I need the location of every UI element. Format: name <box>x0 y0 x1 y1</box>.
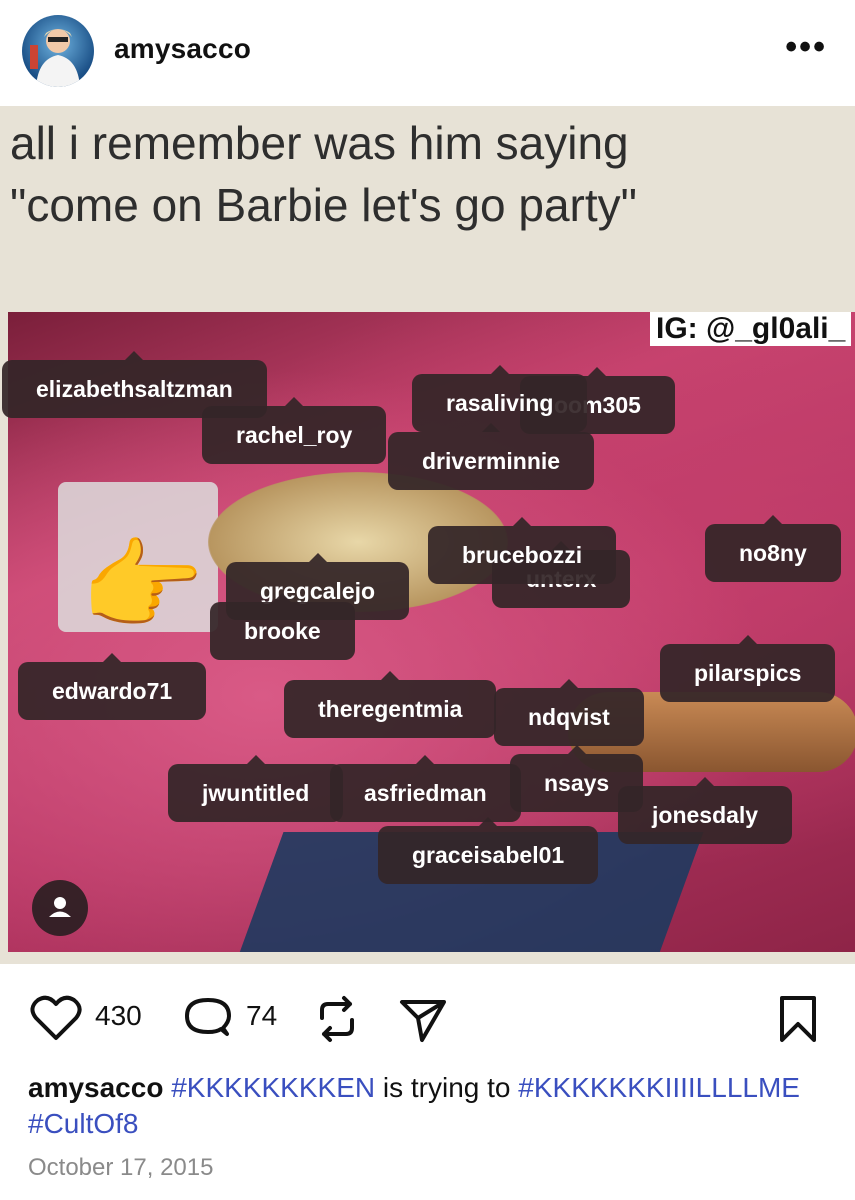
comment-button[interactable] <box>183 994 233 1049</box>
watermark: IG: @_gl0ali_ <box>650 312 852 346</box>
user-tag[interactable]: brooke <box>210 593 355 660</box>
bookmark-icon <box>780 996 816 1042</box>
like-count[interactable]: 430 <box>95 1000 142 1032</box>
image-text-line-2: "come on Barbie let's go party" <box>10 179 637 231</box>
comment-icon <box>185 998 231 1036</box>
user-tag[interactable]: asfriedman <box>330 755 521 822</box>
action-bar: 430 74 <box>0 984 855 1054</box>
user-tag[interactable]: jonesdaly <box>618 777 793 844</box>
user-tag[interactable]: brucebozzi <box>428 517 617 584</box>
user-tag[interactable]: rachel_roy <box>202 397 387 464</box>
caption-username[interactable]: amysacco <box>28 1072 163 1103</box>
post-image[interactable]: all i remember was him saying "come on B… <box>0 106 855 964</box>
hashtag-link[interactable]: #KKKKKKKIIIILLLLME <box>518 1072 800 1103</box>
post-header: amysacco ••• <box>0 0 855 104</box>
user-tag[interactable]: pilarspics <box>660 635 836 702</box>
user-tag[interactable]: theregentmia <box>284 671 497 738</box>
hashtag-link[interactable]: #CultOf8 <box>28 1108 139 1139</box>
repost-button[interactable] <box>314 994 360 1049</box>
post-date: October 17, 2015 <box>28 1154 214 1181</box>
user-tag[interactable]: driverminnie <box>388 423 595 490</box>
save-button[interactable] <box>776 994 820 1049</box>
user-tag[interactable]: jwuntitled <box>168 755 344 822</box>
heart-icon <box>30 995 82 1040</box>
more-options-icon[interactable]: ••• <box>785 30 827 64</box>
user-tag[interactable]: graceisabel01 <box>378 817 599 884</box>
caption-text: is trying to <box>375 1072 519 1103</box>
image-text: all i remember was him saying "come on B… <box>10 112 850 236</box>
tagged-users-button[interactable] <box>32 880 88 936</box>
like-button[interactable] <box>30 994 82 1047</box>
share-button[interactable] <box>398 994 448 1049</box>
pointing-hand-icon: 👉 <box>80 530 205 642</box>
user-tag[interactable]: no8ny <box>705 515 841 582</box>
header-username[interactable]: amysacco <box>114 33 251 65</box>
image-text-line-1: all i remember was him saying <box>10 117 629 169</box>
hashtag-link[interactable]: #KKKKKKKKEN <box>171 1072 375 1103</box>
avatar-image <box>30 29 80 87</box>
repost-icon <box>320 996 354 1042</box>
person-icon <box>49 897 71 917</box>
user-tag[interactable]: ndqvist <box>494 679 644 746</box>
comment-count[interactable]: 74 <box>246 1000 277 1032</box>
profile-avatar[interactable] <box>22 15 94 87</box>
post-caption: amysacco #KKKKKKKKEN is trying to #KKKKK… <box>28 1070 828 1142</box>
send-icon <box>400 1000 446 1042</box>
user-tag[interactable]: edwardo71 <box>18 653 207 720</box>
